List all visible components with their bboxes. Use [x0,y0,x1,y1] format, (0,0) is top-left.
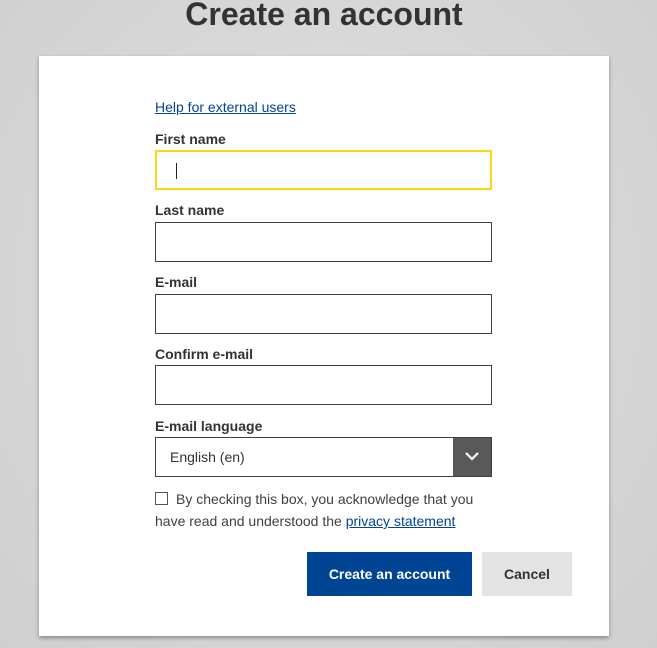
consent-checkbox[interactable] [155,492,168,505]
confirm-email-label: Confirm e-mail [155,346,254,362]
confirm-email-input[interactable] [155,365,492,405]
email-language-label: E-mail language [155,418,263,434]
help-external-users-link[interactable]: Help for external users [155,99,296,115]
last-name-label: Last name [155,202,225,218]
email-input[interactable] [155,294,492,334]
chevron-down-icon [465,452,479,461]
create-account-card: Help for external users First name Last … [39,56,609,636]
last-name-input[interactable] [155,222,492,262]
email-label: E-mail [155,274,198,290]
create-account-button[interactable]: Create an account [307,552,472,596]
first-name-field-wrap [155,150,492,190]
first-name-label: First name [155,131,226,147]
consent-row: By checking this box, you acknowledge th… [155,488,492,532]
email-language-value: English (en) [170,449,245,465]
privacy-statement-link[interactable]: privacy statement [346,513,456,529]
select-arrow-button[interactable] [453,438,491,476]
cancel-button[interactable]: Cancel [482,552,572,596]
page-title: Create an account [185,0,463,32]
text-caret [176,163,177,179]
first-name-input[interactable] [155,150,492,190]
email-language-select[interactable]: English (en) [155,437,492,477]
